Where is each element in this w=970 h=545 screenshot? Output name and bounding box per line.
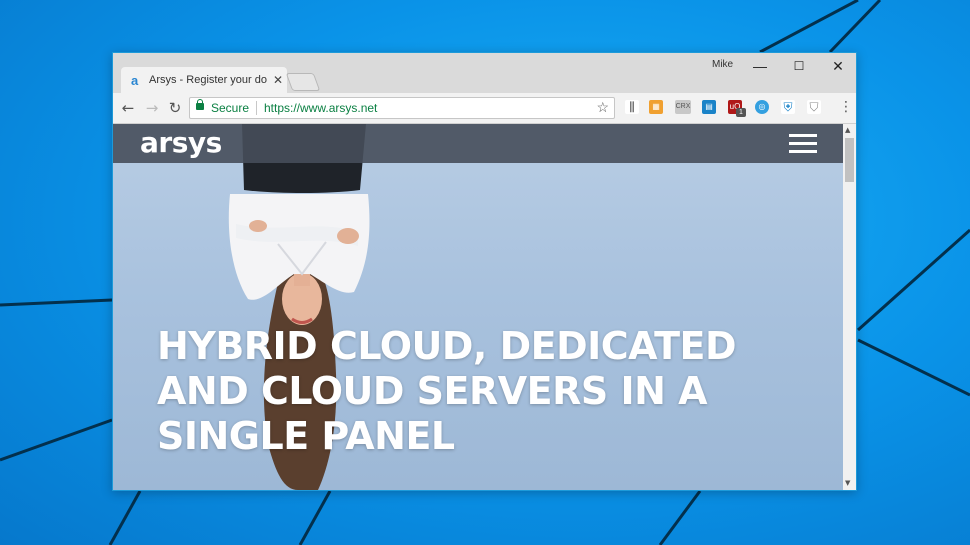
new-tab-button[interactable] xyxy=(285,73,321,91)
close-button[interactable]: ✕ xyxy=(819,55,857,77)
book-icon[interactable]: ▤ xyxy=(702,100,716,114)
badge-count: 1 xyxy=(736,108,746,117)
page-viewport: arsys HYBRID CLOUD, DEDICATED AND CLOUD … xyxy=(113,124,843,490)
tab-close-icon[interactable]: ✕ xyxy=(273,73,283,87)
arsys-favicon-icon: a xyxy=(131,72,139,88)
forward-arrow-icon[interactable]: → xyxy=(143,99,161,117)
url-text[interactable]: https://www.arsys.net xyxy=(264,101,377,115)
tab-title: Arsys - Register your dom xyxy=(149,74,267,86)
shield-check-icon[interactable]: ⛨ xyxy=(781,100,795,114)
browser-tab[interactable]: a Arsys - Register your dom ✕ xyxy=(121,67,287,93)
hamburger-menu-icon[interactable] xyxy=(789,134,817,154)
hero-headline: HYBRID CLOUD, DEDICATED AND CLOUD SERVER… xyxy=(157,324,757,459)
browser-window: a Arsys - Register your dom ✕ Mike — ☐ ✕… xyxy=(112,52,857,491)
vertical-scrollbar[interactable]: ▲ ▼ xyxy=(843,124,856,490)
scrollbar-thumb[interactable] xyxy=(845,138,854,182)
crx-icon[interactable]: CRX xyxy=(675,100,691,114)
scroll-down-arrow-icon[interactable]: ▼ xyxy=(845,479,850,487)
circle-icon[interactable]: ◎ xyxy=(755,100,769,114)
minimize-button[interactable]: — xyxy=(741,55,779,77)
lock-icon xyxy=(196,99,204,110)
browser-toolbar: ← → ↻ Secure https://www.arsys.net ☆ ⫼ ▦… xyxy=(113,93,856,124)
title-bar: a Arsys - Register your dom ✕ Mike — ☐ ✕ xyxy=(113,53,856,93)
reload-icon[interactable]: ↻ xyxy=(166,99,184,117)
profile-name[interactable]: Mike xyxy=(712,59,733,70)
site-header: arsys xyxy=(113,124,843,163)
address-bar[interactable]: Secure https://www.arsys.net ☆ xyxy=(189,97,615,119)
headline-line-3: SINGLE PANEL xyxy=(157,414,455,458)
arsys-logo[interactable]: arsys xyxy=(140,126,222,159)
menu-dots-icon[interactable]: ⋮ xyxy=(839,99,853,115)
maximize-button[interactable]: ☐ xyxy=(780,55,818,77)
shield-icon[interactable]: ⛉ xyxy=(807,100,821,114)
security-label: Secure xyxy=(211,101,250,115)
address-separator xyxy=(256,101,257,115)
back-arrow-icon[interactable]: ← xyxy=(119,99,137,117)
scroll-up-arrow-icon[interactable]: ▲ xyxy=(845,126,850,134)
image-icon[interactable]: ▦ xyxy=(649,100,663,114)
equalizer-icon[interactable]: ⫼ xyxy=(625,100,639,114)
headline-line-1: HYBRID CLOUD, DEDICATED xyxy=(157,324,737,368)
headline-line-2: AND CLOUD SERVERS IN A xyxy=(157,369,708,413)
bookmark-star-icon[interactable]: ☆ xyxy=(596,99,609,116)
